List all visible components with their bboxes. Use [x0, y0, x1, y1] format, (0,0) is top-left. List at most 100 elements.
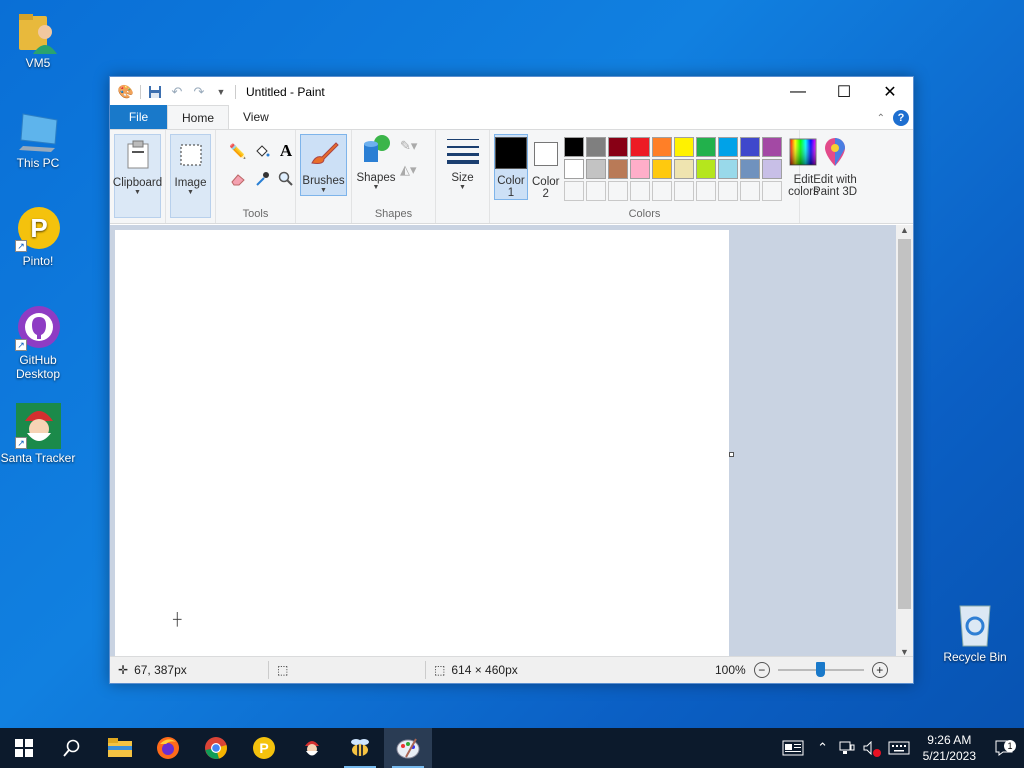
recycle-bin-icon [952, 602, 998, 648]
taskbar-firefox[interactable] [144, 728, 192, 768]
crosshair-cursor-icon: ┼ [173, 612, 182, 626]
desktop-icon-github[interactable]: ↗ GitHub Desktop [0, 305, 76, 381]
zoom-out-icon[interactable]: − [753, 662, 770, 678]
palette-swatch[interactable] [718, 137, 739, 157]
color-picker-icon[interactable] [250, 170, 274, 188]
taskbar-chrome[interactable] [192, 728, 240, 768]
minimize-button[interactable]: — [775, 77, 821, 106]
collapse-ribbon-icon[interactable]: ⌃ [877, 113, 885, 124]
scroll-up-icon[interactable]: ▲ [900, 225, 909, 235]
taskbar-pinto[interactable]: P [240, 728, 288, 768]
santa-icon: ↗ [15, 403, 62, 449]
palette-swatch[interactable] [586, 137, 607, 157]
custom-color-slot[interactable] [608, 181, 629, 201]
shapes-button[interactable]: Shapes ▼ [356, 134, 396, 191]
eraser-icon[interactable] [226, 170, 250, 188]
canvas-resize-handle[interactable] [729, 452, 734, 457]
palette-swatch[interactable] [740, 137, 761, 157]
zoom-in-icon[interactable]: + [871, 662, 888, 678]
color2-swatch [533, 142, 558, 166]
palette-swatch[interactable] [740, 159, 761, 179]
clipboard-icon [122, 139, 154, 171]
custom-color-slot[interactable] [740, 181, 761, 201]
pencil-icon[interactable]: ✏️ [226, 142, 250, 160]
palette-swatch[interactable] [564, 137, 585, 157]
palette-swatch[interactable] [608, 137, 629, 157]
zoom-slider-thumb[interactable] [816, 662, 826, 677]
color1-button[interactable]: Color 1 [494, 134, 528, 200]
custom-color-slot[interactable] [564, 181, 585, 201]
desktop-icon-pinto[interactable]: P ↗ Pinto! [0, 206, 76, 268]
fill-icon[interactable]: ◭▾ [400, 162, 417, 178]
palette-swatch[interactable] [652, 137, 673, 157]
chevron-down-icon: ▼ [372, 184, 380, 191]
save-icon[interactable] [147, 84, 163, 100]
size-button[interactable]: Size ▼ [440, 134, 485, 191]
vertical-scrollbar[interactable]: ▲ ▼ [896, 225, 913, 657]
help-icon[interactable]: ? [893, 110, 909, 126]
undo-icon[interactable]: ↶ [169, 84, 185, 100]
paint-app-icon[interactable]: 🎨 [118, 84, 134, 100]
custom-color-slot[interactable] [630, 181, 651, 201]
close-button[interactable]: ✕ [867, 77, 913, 106]
redo-icon[interactable]: ↷ [191, 84, 207, 100]
search-button[interactable] [48, 728, 96, 768]
taskbar: P ⌃ 9:26 AM 5/21/2023 1 [0, 728, 1024, 768]
keyboard-icon[interactable] [883, 741, 915, 755]
clock[interactable]: 9:26 AM 5/21/2023 [915, 732, 984, 764]
customize-toolbar-chevron-icon[interactable]: ▼ [213, 84, 229, 100]
custom-color-slot[interactable] [762, 181, 783, 201]
taskbar-paint[interactable] [384, 728, 432, 768]
outline-icon[interactable]: ✎▾ [400, 138, 417, 154]
palette-swatch[interactable] [652, 159, 673, 179]
palette-swatch[interactable] [564, 159, 585, 179]
brushes-button[interactable]: Brushes ▼ [300, 134, 347, 196]
tab-home[interactable]: Home [167, 105, 230, 129]
custom-color-slot[interactable] [696, 181, 717, 201]
palette-swatch[interactable] [696, 137, 717, 157]
edit-with-paint3d-button[interactable]: Edit with Paint 3D [804, 134, 866, 198]
tab-file[interactable]: File [110, 105, 167, 129]
taskbar-file-explorer[interactable] [96, 728, 144, 768]
palette-swatch[interactable] [718, 159, 739, 179]
taskbar-santa-tracker[interactable] [288, 728, 336, 768]
start-button[interactable] [0, 728, 48, 768]
image-button[interactable]: Image ▼ [170, 134, 211, 218]
show-hidden-icons-chevron-icon[interactable]: ⌃ [811, 740, 835, 756]
tab-view[interactable]: View [229, 105, 283, 129]
drawing-canvas[interactable]: ┼ [115, 230, 729, 657]
volume-muted-icon[interactable] [859, 741, 883, 757]
palette-swatch[interactable] [674, 159, 695, 179]
custom-color-slot[interactable] [674, 181, 695, 201]
folder-icon [108, 738, 132, 757]
scrollbar-thumb[interactable] [898, 239, 911, 609]
palette-swatch[interactable] [630, 137, 651, 157]
news-widget-icon[interactable] [775, 740, 811, 756]
desktop-icon-label: Santa Tracker [0, 451, 76, 465]
palette-swatch[interactable] [630, 159, 651, 179]
palette-swatch[interactable] [762, 159, 783, 179]
clock-time: 9:26 AM [927, 733, 972, 747]
fill-bucket-icon[interactable] [250, 142, 274, 160]
taskbar-bee-app[interactable] [336, 728, 384, 768]
desktop-icon-santa-tracker[interactable]: ↗ Santa Tracker [0, 403, 76, 465]
palette-swatch[interactable] [674, 137, 695, 157]
magnifier-icon[interactable] [274, 170, 298, 188]
palette-swatch[interactable] [608, 159, 629, 179]
network-icon[interactable] [835, 741, 859, 755]
shapes-label: Shapes [356, 172, 396, 184]
custom-color-slot[interactable] [652, 181, 673, 201]
clipboard-button[interactable]: Clipboard ▼ [113, 134, 162, 218]
zoom-slider[interactable] [777, 662, 864, 678]
palette-swatch[interactable] [762, 137, 783, 157]
desktop-icon-recycle-bin[interactable]: Recycle Bin [937, 602, 1013, 664]
custom-color-slot[interactable] [586, 181, 607, 201]
desktop-icon-this-pc[interactable]: This PC [0, 108, 76, 170]
maximize-button[interactable]: ☐ [821, 77, 867, 106]
custom-color-slot[interactable] [718, 181, 739, 201]
desktop-icon-vm5[interactable]: VM5 [0, 8, 76, 70]
notifications-icon[interactable]: 1 [984, 740, 1024, 756]
palette-swatch[interactable] [586, 159, 607, 179]
palette-swatch[interactable] [696, 159, 717, 179]
text-icon[interactable]: A [274, 141, 298, 160]
